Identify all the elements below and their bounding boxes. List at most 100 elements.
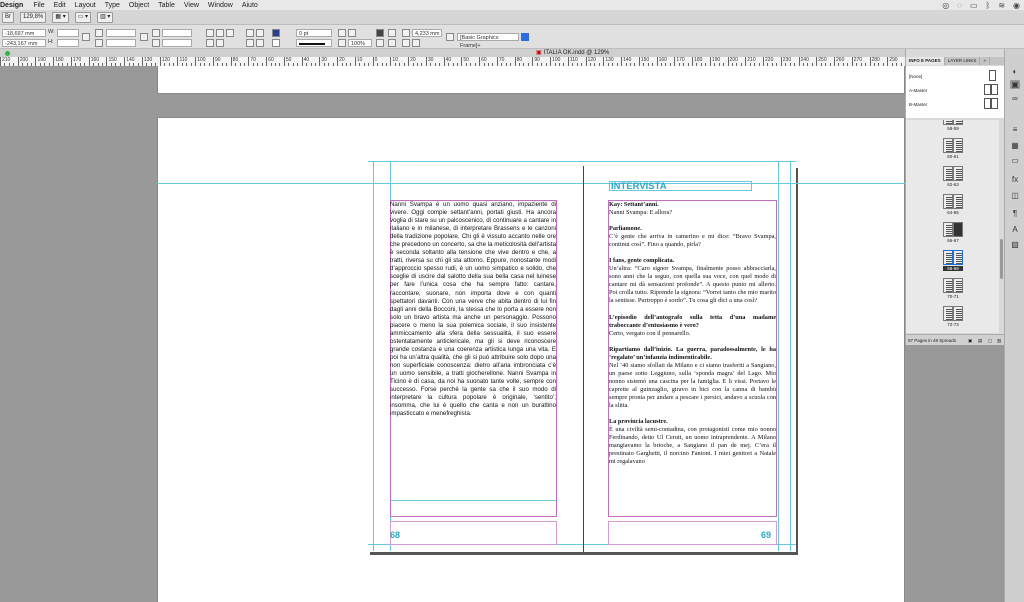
fit-frame-icon[interactable] xyxy=(402,29,410,37)
app-name[interactable]: Design xyxy=(0,2,23,9)
right-text-frame[interactable]: Kay: Settant’anni. Nanni Svampa: E allora… xyxy=(609,201,776,474)
master-a[interactable]: A-Master xyxy=(909,88,927,93)
user-icon[interactable]: ◉ xyxy=(1013,1,1020,10)
select-next-icon[interactable] xyxy=(256,39,264,47)
section-heading[interactable]: INTERVISTA xyxy=(609,181,752,191)
spread-thumb[interactable] xyxy=(943,166,963,181)
frame-style-icon[interactable] xyxy=(446,33,454,41)
stroke-icon[interactable]: ≡ xyxy=(1010,125,1020,134)
arrange-documents-icon[interactable]: ▥ ▾ xyxy=(97,11,114,23)
page-icon[interactable]: ◐ xyxy=(1010,67,1020,76)
shear-field[interactable] xyxy=(162,39,192,47)
wifi-icon[interactable]: ≋ xyxy=(998,1,1005,10)
lock-proportions-icon[interactable] xyxy=(140,33,148,41)
scale-x-icon[interactable] xyxy=(95,29,103,37)
flip-horizontal-icon[interactable] xyxy=(206,39,214,47)
bridge-icon[interactable]: Br xyxy=(2,11,14,23)
vertical-guide-left[interactable] xyxy=(373,161,374,551)
offset-field[interactable]: 4,233 mm xyxy=(412,29,442,37)
rotation-field[interactable] xyxy=(162,29,192,37)
menu-type[interactable]: Type xyxy=(105,2,120,9)
zoom-level[interactable]: 129,8% xyxy=(20,11,47,23)
x-position-field[interactable]: -18,697 mm xyxy=(2,29,46,37)
master-none-thumb[interactable] xyxy=(989,70,996,81)
stroke-swatch-icon[interactable] xyxy=(272,39,280,47)
battery-icon[interactable]: ▭ xyxy=(970,1,978,10)
effects-icon[interactable]: fx xyxy=(1010,175,1020,184)
rotate-icon[interactable] xyxy=(152,29,160,37)
view-options-icon[interactable]: ▦ ▾ xyxy=(52,11,69,23)
type-path-icon[interactable] xyxy=(226,29,234,37)
spread-thumb[interactable] xyxy=(943,120,963,125)
column-guide-right[interactable] xyxy=(778,161,779,551)
rotate-ccw-icon[interactable] xyxy=(216,29,224,37)
menu-file[interactable]: File xyxy=(33,2,44,9)
scale-y-icon[interactable] xyxy=(95,39,103,47)
frame-style-select[interactable]: [Basic Graphics Frame]+ xyxy=(457,33,519,49)
scale-y-field[interactable] xyxy=(106,39,136,47)
left-text-frame[interactable]: Nanni Svampa è un uomo quasi anziano, im… xyxy=(390,201,556,418)
wrap-none-icon[interactable] xyxy=(376,29,384,37)
select-content-icon[interactable] xyxy=(256,29,264,37)
scale-x-field[interactable] xyxy=(106,29,136,37)
master-a-right-thumb[interactable] xyxy=(991,84,998,95)
dropdown-arrow-icon[interactable] xyxy=(521,33,529,41)
tab-layers[interactable]: LAYER LINKS xyxy=(945,57,981,65)
menu-layout[interactable]: Layout xyxy=(75,2,96,9)
wrap-bbox-icon[interactable] xyxy=(388,29,396,37)
window-zoom-icon[interactable] xyxy=(5,51,10,56)
delete-page-icon[interactable]: ▥ xyxy=(997,335,1001,346)
page-size-icon[interactable]: ▣ xyxy=(968,335,972,346)
center-content-icon[interactable] xyxy=(412,39,420,47)
spread-thumb-selected[interactable] xyxy=(943,250,963,265)
menu-window[interactable]: Window xyxy=(208,2,233,9)
horizontal-guide[interactable] xyxy=(157,183,905,184)
master-b-left-thumb[interactable] xyxy=(984,98,991,109)
wrap-shape-icon[interactable] xyxy=(376,39,384,47)
layers-icon[interactable]: ▣ xyxy=(1010,80,1020,89)
menu-object[interactable]: Object xyxy=(129,2,149,9)
master-b-right-thumb[interactable] xyxy=(991,98,998,109)
tab-pages[interactable]: INFO E PAGES xyxy=(906,57,945,65)
circle-icon[interactable]: ◌ xyxy=(957,1,962,10)
new-page-button-icon[interactable]: ▢ xyxy=(988,335,992,346)
spread-thumb[interactable] xyxy=(943,138,963,153)
page-thumbnails[interactable]: 58-59 60-61 62-63 64-65 66-67 68-69 70-7… xyxy=(906,120,999,333)
menu-edit[interactable]: Edit xyxy=(54,2,66,9)
menu-table[interactable]: Table xyxy=(158,2,175,9)
paragraph-styles-icon[interactable]: ¶ xyxy=(1010,209,1020,218)
panel-scrollbar[interactable] xyxy=(1000,239,1003,279)
select-container-icon[interactable] xyxy=(246,29,254,37)
master-none[interactable]: [None] xyxy=(909,74,922,79)
menu-view[interactable]: View xyxy=(184,2,199,9)
document-tab[interactable]: ▣ ITALIA OK.indd @ 129% xyxy=(536,49,609,57)
stroke-weight-field[interactable]: 0 pt xyxy=(296,29,332,37)
screen-mode-icon[interactable]: ▭ ▾ xyxy=(74,11,92,23)
new-page-icon[interactable]: ▤ xyxy=(978,335,982,346)
height-field[interactable] xyxy=(57,39,79,47)
spread-thumb[interactable] xyxy=(943,306,963,321)
opacity-icon[interactable] xyxy=(338,39,346,47)
bluetooth-icon[interactable]: ᛒ xyxy=(986,1,991,10)
links-icon[interactable]: ∞ xyxy=(1010,94,1020,103)
text-wrap-icon[interactable]: ▨ xyxy=(1010,240,1020,249)
constrain-proportions-icon[interactable] xyxy=(82,33,90,41)
select-previous-icon[interactable] xyxy=(246,39,254,47)
sync-icon[interactable]: ◎ xyxy=(942,1,949,10)
character-styles-icon[interactable]: A xyxy=(1010,225,1020,234)
width-field[interactable] xyxy=(57,29,79,37)
swatches-icon[interactable]: ▦ xyxy=(1010,141,1020,150)
opacity-field[interactable]: 100% xyxy=(348,39,372,47)
flip-vertical-icon[interactable] xyxy=(216,39,224,47)
y-position-field[interactable]: -243,167 mm xyxy=(2,39,46,47)
gradient-icon[interactable]: ▭ xyxy=(1010,156,1020,165)
previous-page[interactable] xyxy=(157,66,905,94)
wrap-jump-icon[interactable] xyxy=(388,39,396,47)
effects-icon-bar[interactable] xyxy=(348,29,356,37)
rotate-cw-icon[interactable] xyxy=(206,29,214,37)
fit-content-icon[interactable] xyxy=(402,39,410,47)
shear-icon[interactable] xyxy=(152,39,160,47)
spread-thumb[interactable] xyxy=(943,222,963,237)
fill-swatch-icon[interactable] xyxy=(272,29,280,37)
vertical-guide-right[interactable] xyxy=(790,161,791,551)
